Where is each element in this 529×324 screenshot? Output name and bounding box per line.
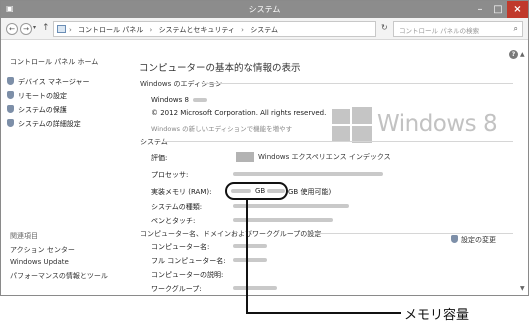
performance-tools-link[interactable]: パフォーマンスの情報とツール bbox=[10, 271, 108, 281]
rating-label: 評価: bbox=[151, 154, 168, 162]
shield-icon bbox=[7, 105, 14, 113]
computer-section-heading: コンピューター名、ドメインおよびワークグループの設定 bbox=[140, 230, 322, 238]
redacted-value bbox=[233, 244, 267, 248]
search-input[interactable]: コントロール パネルの検索 ⌕ bbox=[393, 21, 523, 37]
back-button[interactable]: ← bbox=[6, 23, 18, 35]
shield-icon bbox=[451, 235, 458, 243]
action-center-link[interactable]: アクション センター bbox=[10, 245, 75, 255]
callout-line bbox=[246, 312, 401, 314]
search-placeholder: コントロール パネルの検索 bbox=[399, 27, 480, 35]
change-settings-label: 設定の変更 bbox=[461, 236, 496, 244]
edition-name: Windows 8 bbox=[151, 96, 189, 104]
description-label: コンピューターの説明: bbox=[151, 271, 224, 279]
ram-highlight-circle bbox=[225, 182, 288, 200]
related-heading: 関連項目 bbox=[10, 232, 38, 240]
address-toolbar: ← → ▾ ↑ › コントロール パネル › システムとセキュリティ › システ… bbox=[1, 18, 528, 40]
sidebar-item-label: デバイス マネージャー bbox=[18, 78, 90, 86]
redacted-value bbox=[233, 218, 333, 222]
change-settings-link[interactable]: 設定の変更 bbox=[451, 235, 496, 245]
system-type-label: システムの種類: bbox=[151, 203, 203, 211]
redacted-value bbox=[233, 172, 383, 176]
sidebar-item-device-manager[interactable]: デバイス マネージャー bbox=[7, 77, 90, 87]
sidebar-item-label: システムの詳細設定 bbox=[18, 120, 81, 128]
minimize-button[interactable]: – bbox=[471, 1, 489, 18]
callout-line bbox=[246, 198, 248, 314]
processor-label: プロセッサ: bbox=[151, 171, 189, 179]
forward-button[interactable]: → bbox=[20, 23, 32, 35]
ram-usable: GB 使用可能) bbox=[288, 188, 332, 196]
windows-logo-text: Windows 8 bbox=[377, 111, 498, 137]
breadcrumb-control-panel[interactable]: コントロール パネル bbox=[78, 26, 143, 34]
new-edition-link[interactable]: Windows の新しいエディションで機能を増やす bbox=[151, 123, 292, 133]
maximize-button[interactable]: □ bbox=[489, 1, 507, 18]
ram-label: 実装メモリ (RAM): bbox=[151, 188, 212, 196]
breadcrumb: › コントロール パネル › システムとセキュリティ › システム bbox=[69, 25, 282, 35]
scroll-up-icon[interactable]: ▲ bbox=[520, 51, 525, 58]
breadcrumb-separator: › bbox=[241, 26, 244, 34]
sidebar: コントロール パネル ホーム デバイス マネージャー リモートの設定 システムの… bbox=[1, 41, 131, 295]
breadcrumb-separator: › bbox=[149, 26, 153, 34]
redacted-value bbox=[233, 286, 277, 290]
breadcrumb-security[interactable]: システムとセキュリティ bbox=[159, 26, 235, 34]
section-divider bbox=[203, 83, 513, 84]
edition-section-heading: Windows のエディション bbox=[140, 80, 222, 88]
breadcrumb-separator: › bbox=[69, 26, 72, 34]
redacted-value bbox=[193, 98, 207, 102]
shield-icon bbox=[7, 77, 14, 85]
sidebar-home-link[interactable]: コントロール パネル ホーム bbox=[10, 57, 98, 67]
main-panel: ? ▲ ▼ コンピューターの基本的な情報の表示 Windows のエディション … bbox=[131, 41, 528, 295]
breadcrumb-system[interactable]: システム bbox=[250, 26, 278, 34]
sidebar-item-remote[interactable]: リモートの設定 bbox=[7, 91, 67, 101]
redacted-value bbox=[233, 204, 349, 208]
shield-icon bbox=[7, 91, 14, 99]
search-icon[interactable]: ⌕ bbox=[514, 24, 518, 34]
sidebar-item-label: システムの保護 bbox=[18, 106, 67, 114]
address-bar[interactable]: › コントロール パネル › システムとセキュリティ › システム ⌄ bbox=[53, 21, 423, 37]
close-button[interactable]: × bbox=[507, 1, 528, 18]
window-title: システム bbox=[248, 5, 281, 14]
sidebar-item-label: リモートの設定 bbox=[18, 92, 67, 100]
windows-update-link[interactable]: Windows Update bbox=[10, 258, 69, 266]
sidebar-item-protection[interactable]: システムの保護 bbox=[7, 105, 67, 115]
system-window: ▣ システム – □ × ← → ▾ ↑ › コントロール パネル › システム… bbox=[0, 0, 529, 296]
sidebar-item-advanced[interactable]: システムの詳細設定 bbox=[7, 119, 81, 129]
help-icon[interactable]: ? bbox=[509, 50, 518, 59]
page-title: コンピューターの基本的な情報の表示 bbox=[139, 63, 301, 74]
control-panel-icon bbox=[57, 25, 66, 33]
title-bar[interactable]: ▣ システム – □ × bbox=[1, 1, 528, 18]
refresh-button[interactable]: ↻ bbox=[381, 23, 388, 32]
section-divider bbox=[163, 141, 513, 142]
scroll-down-icon[interactable]: ▼ bbox=[520, 285, 525, 292]
rating-badge[interactable] bbox=[236, 152, 254, 162]
up-button[interactable]: ↑ bbox=[42, 23, 50, 33]
recent-locations-icon[interactable]: ▾ bbox=[33, 24, 36, 31]
memory-callout-label: メモリ容量 bbox=[404, 308, 470, 323]
copyright-text: © 2012 Microsoft Corporation. All rights… bbox=[151, 109, 327, 117]
full-name-label: フル コンピューター名: bbox=[151, 257, 226, 265]
section-divider bbox=[317, 233, 513, 234]
experience-index-link[interactable]: Windows エクスペリエンス インデックス bbox=[258, 152, 391, 162]
workgroup-label: ワークグループ: bbox=[151, 285, 202, 293]
shield-icon bbox=[7, 119, 14, 127]
redacted-value bbox=[233, 258, 267, 262]
system-section-heading: システム bbox=[140, 138, 168, 146]
pen-touch-label: ペンとタッチ: bbox=[151, 217, 196, 225]
computer-name-label: コンピューター名: bbox=[151, 243, 210, 251]
